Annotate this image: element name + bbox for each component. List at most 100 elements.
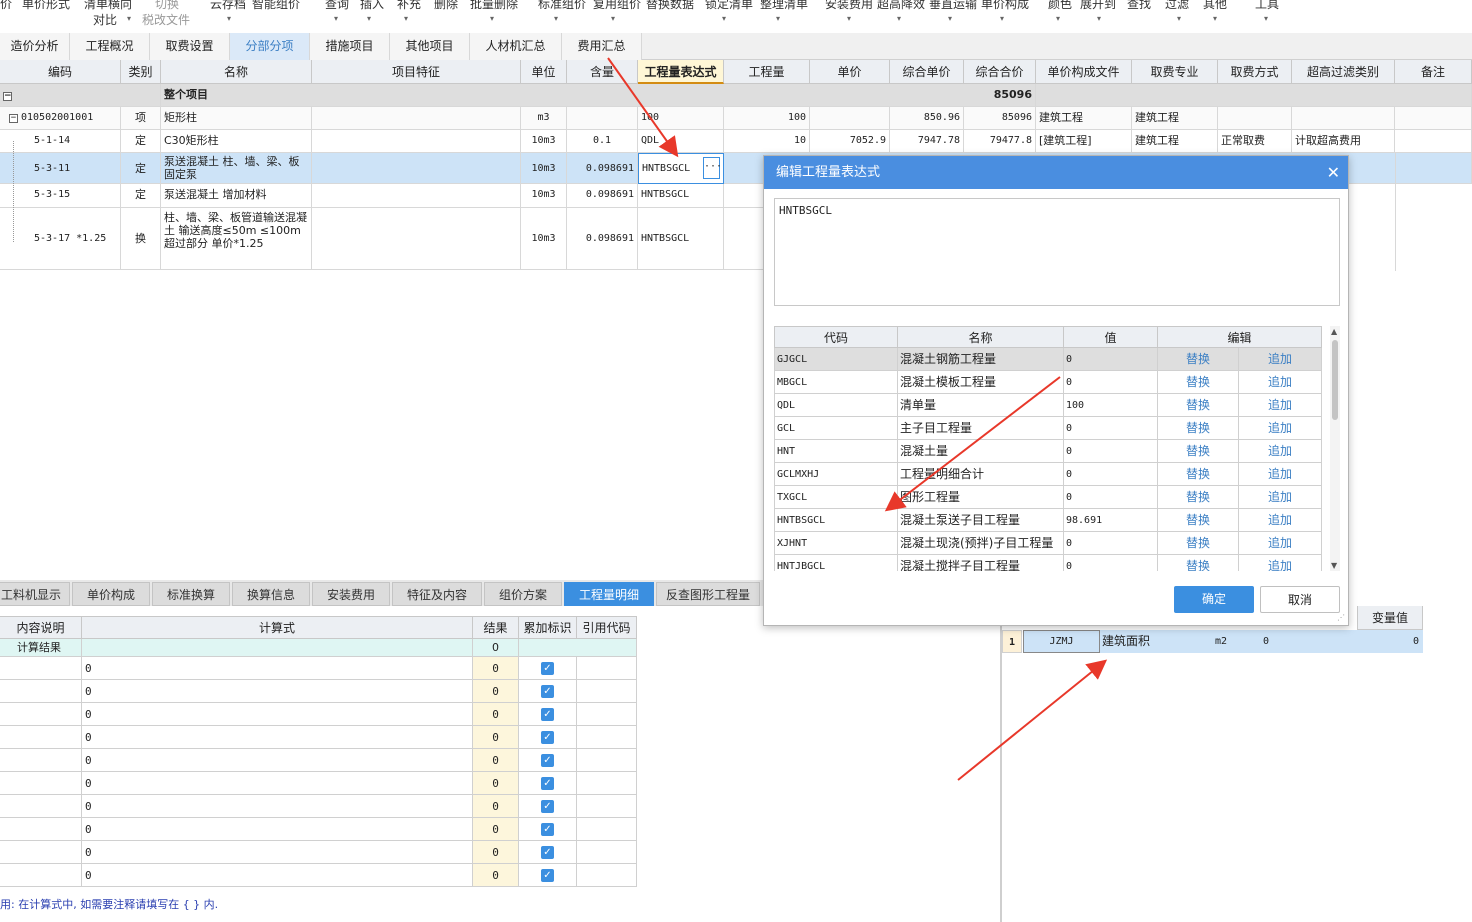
scroll-down-icon[interactable]: ▼ [1331, 561, 1337, 570]
row-fee-major[interactable]: 建筑工程 [1132, 130, 1218, 153]
row-ratio[interactable]: 0.098691 [567, 208, 638, 270]
row-ref-code[interactable] [577, 726, 637, 749]
row-description[interactable] [0, 841, 82, 864]
tab-features-content[interactable]: 特征及内容 [392, 582, 482, 606]
replace-link[interactable]: 替换 [1158, 348, 1239, 371]
tab-reverse-graphic-quantity[interactable]: 反查图形工程量 [656, 582, 760, 606]
row-description[interactable] [0, 657, 82, 680]
var-value[interactable]: 0 [1259, 630, 1357, 653]
toolbar-item[interactable]: 标准组价 [538, 0, 586, 12]
row-ref-code[interactable] [577, 795, 637, 818]
checkbox-checked-icon[interactable]: ✓ [541, 754, 554, 767]
checkbox-checked-icon[interactable]: ✓ [541, 777, 554, 790]
row-ref-code[interactable] [577, 657, 637, 680]
toolbar-sub[interactable]: 税改文件 [142, 11, 190, 28]
row-formula[interactable]: 0 [82, 680, 473, 703]
replace-link[interactable]: 替换 [1158, 532, 1239, 555]
row-quantity[interactable]: 10 [724, 130, 810, 153]
collapse-icon[interactable]: − [3, 92, 12, 101]
col-header-code[interactable]: 代码 [774, 326, 898, 348]
col-header-expression[interactable]: 工程量表达式 [638, 60, 724, 84]
tab-pricing-plan[interactable]: 组价方案 [484, 582, 562, 606]
row-description[interactable] [0, 864, 82, 887]
row-ref-code[interactable] [577, 749, 637, 772]
append-link[interactable]: 追加 [1239, 463, 1322, 486]
row-price-file[interactable]: 建筑工程 [1036, 107, 1132, 130]
col-header-formula[interactable]: 计算式 [82, 616, 473, 639]
row-features[interactable] [312, 208, 521, 270]
col-header-quantity[interactable]: 工程量 [724, 60, 810, 84]
col-header-comp-price[interactable]: 综合单价 [890, 60, 964, 84]
toolbar-item[interactable]: 单价形式 [22, 0, 70, 12]
row-name[interactable]: 柱、墙、梁、板管道输送混凝土 输送高度≤50m ≤100m超过部分 单价*1.2… [161, 208, 312, 270]
row-formula[interactable]: 0 [82, 657, 473, 680]
col-header-fee-major[interactable]: 取费专业 [1132, 60, 1218, 84]
scrollbar-thumb[interactable] [1332, 340, 1338, 420]
toolbar-item[interactable]: 单价构成 [981, 0, 1029, 12]
row-name[interactable]: 泵送混凝土 增加材料 [161, 184, 312, 208]
col-header-price-file[interactable]: 单价构成文件 [1036, 60, 1132, 84]
cancel-button[interactable]: 取消 [1260, 586, 1340, 613]
row-remark[interactable] [1395, 107, 1472, 130]
toolbar-item[interactable]: 展开到 [1080, 0, 1116, 12]
col-header-accumulate[interactable]: 累加标识 [519, 616, 577, 639]
toolbar-item[interactable]: 智能组价 [252, 0, 300, 12]
toolbar-item[interactable]: 工具 [1255, 0, 1279, 12]
toolbar-item[interactable]: 其他 [1203, 0, 1227, 12]
toolbar-item[interactable]: 价 [0, 0, 12, 12]
row-formula[interactable]: 0 [82, 703, 473, 726]
toolbar-item[interactable]: 整理清单 [760, 0, 808, 12]
toolbar-item[interactable]: 过滤 [1165, 0, 1189, 12]
col-header-result[interactable]: 结果 [473, 616, 519, 639]
scroll-up-icon[interactable]: ▲ [1331, 327, 1337, 336]
toolbar-item[interactable]: 云存档 [210, 0, 246, 12]
row-ratio[interactable]: 0.098691 [567, 184, 638, 208]
row-formula[interactable]: 0 [82, 841, 473, 864]
toolbar-item[interactable]: 安装费用 [825, 0, 873, 12]
row-features[interactable] [312, 130, 521, 153]
toolbar-item[interactable]: 补充 [397, 0, 421, 12]
tab-conversion-info[interactable]: 换算信息 [232, 582, 310, 606]
row-ratio[interactable] [567, 107, 638, 130]
checkbox-checked-icon[interactable]: ✓ [541, 823, 554, 836]
row-ratio[interactable]: 0.098691 [567, 153, 638, 184]
toolbar-item[interactable]: 超高降效 [877, 0, 925, 12]
row-expression[interactable]: QDL [638, 130, 724, 153]
replace-link[interactable]: 替换 [1158, 486, 1239, 509]
checkbox-checked-icon[interactable]: ✓ [541, 685, 554, 698]
toolbar-item[interactable]: 替换数据 [646, 0, 694, 12]
row-name[interactable]: C30矩形柱 [161, 130, 312, 153]
row-ref-code[interactable] [577, 772, 637, 795]
checkbox-checked-icon[interactable]: ✓ [541, 846, 554, 859]
var-unit[interactable]: m2 [1212, 630, 1259, 653]
tab-other-items[interactable]: 其他项目 [390, 33, 470, 60]
tab-quantity-detail[interactable]: 工程量明细 [564, 582, 654, 606]
row-description[interactable] [0, 726, 82, 749]
replace-link[interactable]: 替换 [1158, 394, 1239, 417]
replace-link[interactable]: 替换 [1158, 509, 1239, 532]
append-link[interactable]: 追加 [1239, 555, 1322, 571]
tab-fee-settings[interactable]: 取费设置 [150, 33, 230, 60]
append-link[interactable]: 追加 [1239, 348, 1322, 371]
append-link[interactable]: 追加 [1239, 532, 1322, 555]
col-header-price[interactable]: 单价 [810, 60, 890, 84]
col-header-edit[interactable]: 编辑 [1158, 326, 1322, 348]
row-ref-code[interactable] [577, 864, 637, 887]
row-description[interactable] [0, 680, 82, 703]
toolbar-item[interactable]: 查找 [1127, 0, 1151, 12]
row-ratio[interactable]: 0.1 [567, 130, 638, 153]
checkbox-checked-icon[interactable]: ✓ [541, 708, 554, 721]
row-ref-code[interactable] [577, 703, 637, 726]
col-header-code[interactable]: 编码 [0, 60, 121, 84]
col-header-description[interactable]: 内容说明 [0, 616, 82, 639]
replace-link[interactable]: 替换 [1158, 371, 1239, 394]
tab-measures[interactable]: 措施项目 [310, 33, 390, 60]
row-expression[interactable]: HNTBSGCL [638, 208, 724, 270]
append-link[interactable]: 追加 [1239, 394, 1322, 417]
toolbar-item[interactable]: 颜色 [1048, 0, 1072, 12]
resize-grip-icon[interactable]: ⋰ [1337, 613, 1345, 622]
row-features[interactable] [312, 184, 521, 208]
tab-standard-conversion[interactable]: 标准换算 [152, 582, 230, 606]
row-formula[interactable]: 0 [82, 864, 473, 887]
toolbar-item[interactable]: 删除 [434, 0, 458, 12]
